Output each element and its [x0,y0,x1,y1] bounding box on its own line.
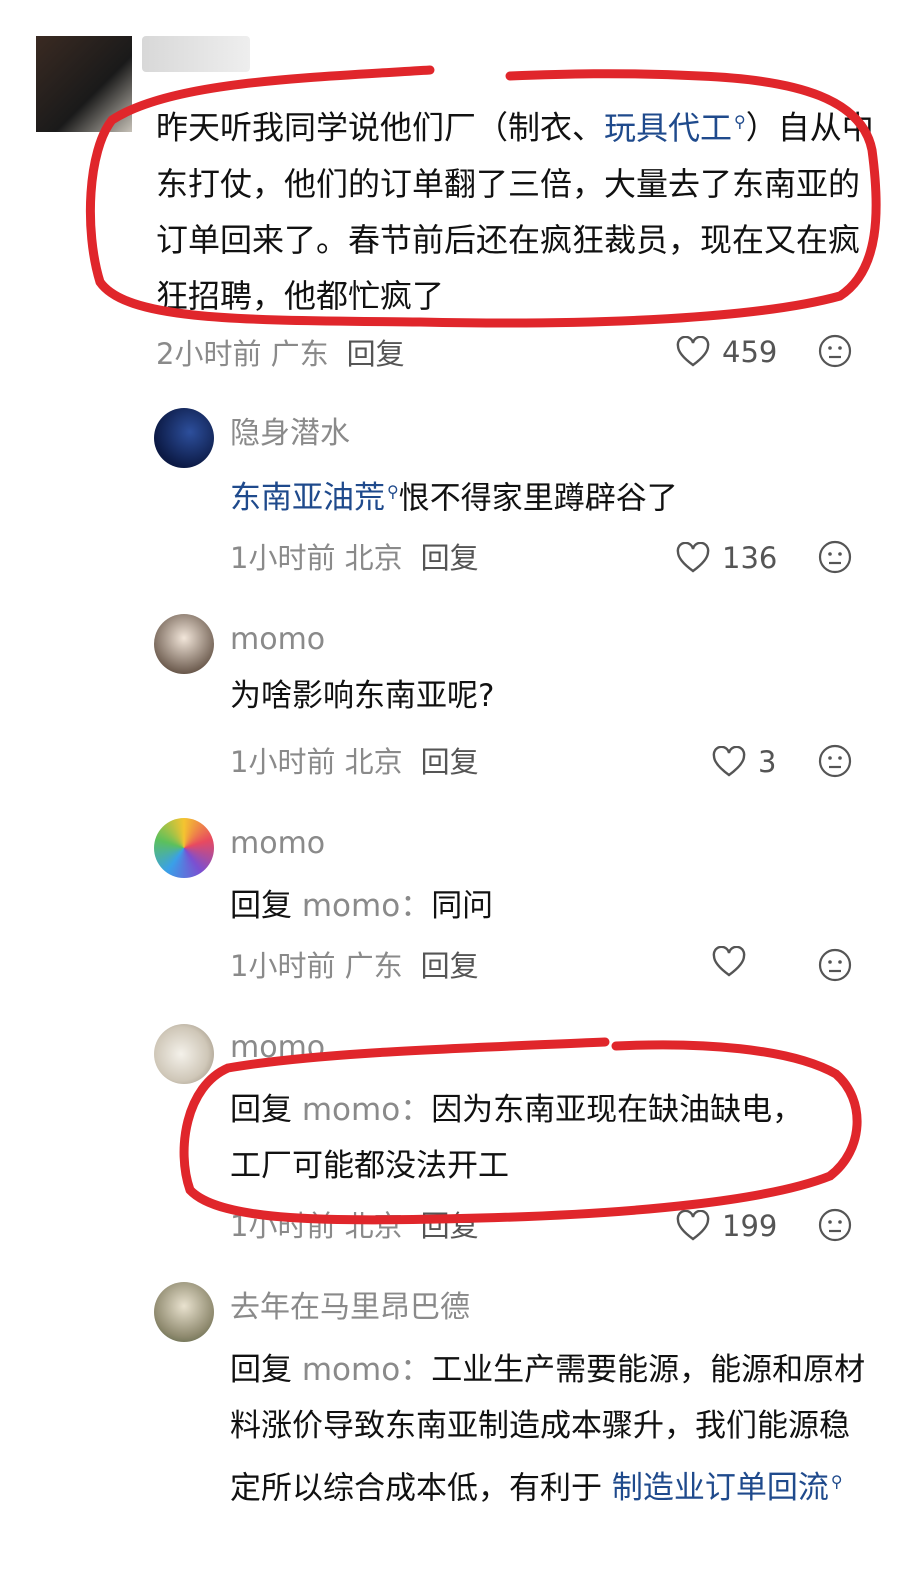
highlight-circle [85,65,881,1225]
